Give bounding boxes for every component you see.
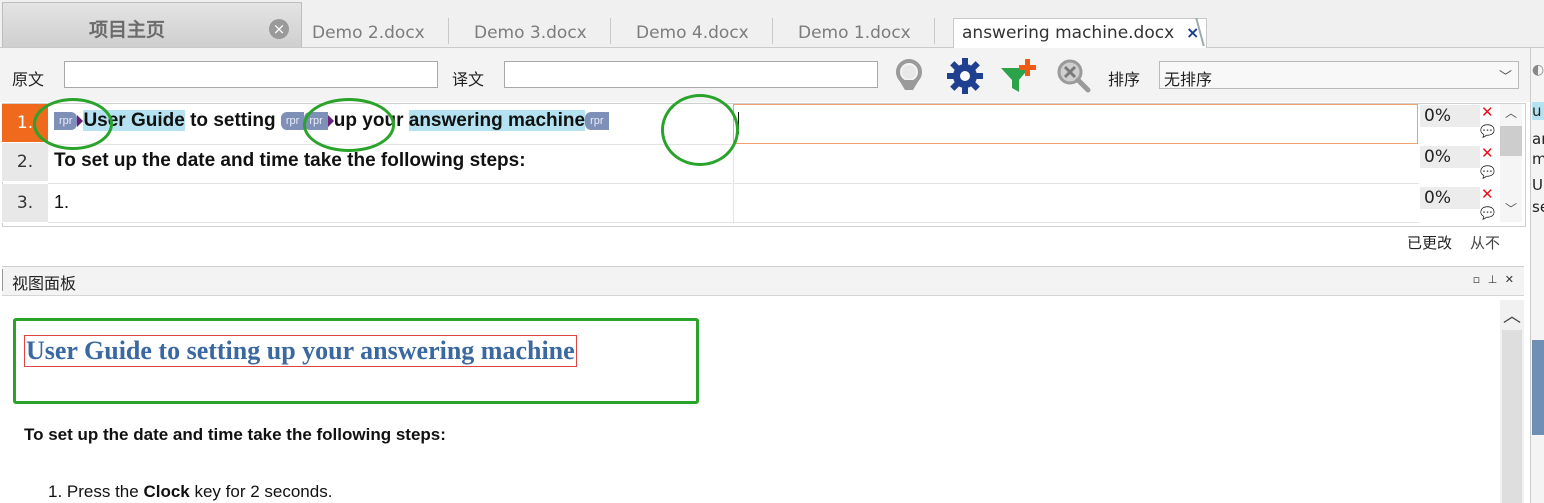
tab-project-home[interactable]: 项目主页 × [2, 2, 302, 47]
target-cell-active[interactable] [733, 104, 1418, 144]
delete-icon[interactable]: ✕ [1481, 144, 1494, 162]
source-cell[interactable]: To set up the date and time take the fol… [48, 143, 732, 184]
comment-icon[interactable]: 💬 [1480, 206, 1495, 220]
view-panel-title: 视图面板 [12, 274, 77, 293]
delete-icon[interactable]: ✕ [1481, 185, 1494, 203]
tab-project-home-label: 项目主页 [89, 19, 166, 41]
sort-dropdown[interactable]: 无排序 ﹀ [1159, 61, 1519, 89]
side-panel-icon[interactable]: ◐ [1532, 62, 1544, 78]
list-text: 1. Press the [48, 482, 144, 501]
status-changed-label: 已更改 [1407, 234, 1453, 252]
view-panel-header: 视图面板 ▫ ⊥ ✕ [2, 266, 1524, 296]
sort-label: 排序 [1108, 70, 1141, 89]
scroll-thumb[interactable] [1500, 126, 1522, 156]
close-icon[interactable]: × [269, 19, 289, 39]
target-cell[interactable] [733, 143, 1419, 184]
settings-gear-icon[interactable] [945, 56, 985, 96]
scroll-up-icon[interactable]: ︿ [1505, 104, 1517, 121]
scroll-thumb[interactable] [1502, 330, 1522, 503]
add-filter-icon[interactable] [999, 56, 1039, 96]
source-filter-input[interactable] [64, 61, 438, 88]
list-bold-text: Clock [143, 482, 190, 501]
side-panel-row[interactable]: se [1532, 198, 1544, 216]
annotation-circle [661, 94, 739, 166]
source-segment-text: 1. [54, 192, 70, 212]
source-filter-label: 原文 [12, 70, 45, 89]
side-panel-row[interactable]: u [1532, 102, 1544, 120]
target-filter-label: 译文 [452, 70, 485, 89]
active-tab-label: answering machine.docx [962, 23, 1175, 43]
comment-icon[interactable]: 💬 [1480, 165, 1495, 179]
tab-divider [448, 18, 449, 44]
side-panel-row[interactable]: ar [1532, 130, 1544, 148]
row-number[interactable]: 2. [2, 143, 48, 182]
source-text-run: answering machine [408, 110, 586, 131]
tab-demo-2[interactable]: Demo 2.docx [312, 20, 425, 46]
chevron-down-icon: ﹀ [1498, 70, 1512, 85]
view-panel-scrollbar[interactable]: ︿ [1500, 300, 1524, 503]
side-panel-row[interactable]: m [1532, 150, 1544, 168]
rpr-tag[interactable]: rpr [280, 111, 305, 130]
target-filter-input[interactable] [504, 61, 878, 88]
row-number[interactable]: 3. [2, 184, 48, 223]
scroll-up-icon[interactable]: ︿ [1503, 302, 1521, 328]
document-paragraph: To set up the date and time take the fol… [24, 425, 446, 444]
panel-grip[interactable] [2, 269, 3, 291]
annotation-circle [303, 98, 395, 152]
annotation-circle [33, 98, 113, 150]
delete-icon[interactable]: ✕ [1481, 103, 1494, 121]
annotation-box [13, 318, 699, 404]
tab-demo-3[interactable]: Demo 3.docx [474, 20, 587, 46]
rpr-tag[interactable]: rpr [585, 111, 609, 130]
list-text: key for 2 seconds. [189, 482, 333, 501]
tab-demo-4[interactable]: Demo 4.docx [636, 20, 749, 46]
match-percent: 0% [1420, 187, 1480, 209]
sort-selected-value: 无排序 [1164, 70, 1213, 89]
document-list-item: 1. Press the Clock key for 2 seconds. [48, 482, 332, 502]
match-percent: 0% [1420, 146, 1480, 168]
clear-search-icon[interactable] [1053, 56, 1093, 96]
panel-window-controls[interactable]: ▫ ⊥ ✕ [1473, 273, 1516, 286]
match-percent: 0% [1420, 105, 1480, 127]
scroll-down-icon[interactable]: ﹀ [1505, 200, 1517, 217]
tab-divider [610, 18, 611, 44]
search-filter-icon[interactable] [889, 56, 929, 96]
source-segment-text: To set up the date and time take the fol… [54, 150, 526, 171]
grid-scrollbar[interactable]: ︿ ﹀ [1500, 104, 1522, 222]
tab-demo-1[interactable]: Demo 1.docx [798, 20, 911, 46]
source-text-run: to setting [184, 110, 281, 131]
side-panel-row[interactable]: U [1532, 176, 1544, 194]
tab-divider [772, 18, 773, 44]
tab-answering-machine[interactable]: answering machine.docx × [953, 18, 1207, 49]
target-cell[interactable] [733, 184, 1419, 223]
tab-divider [934, 18, 935, 44]
comment-icon[interactable]: 💬 [1480, 124, 1495, 138]
side-panel-button[interactable] [1532, 340, 1544, 435]
status-never-label: 从不 [1470, 234, 1501, 252]
source-cell[interactable]: 1. [48, 184, 732, 223]
